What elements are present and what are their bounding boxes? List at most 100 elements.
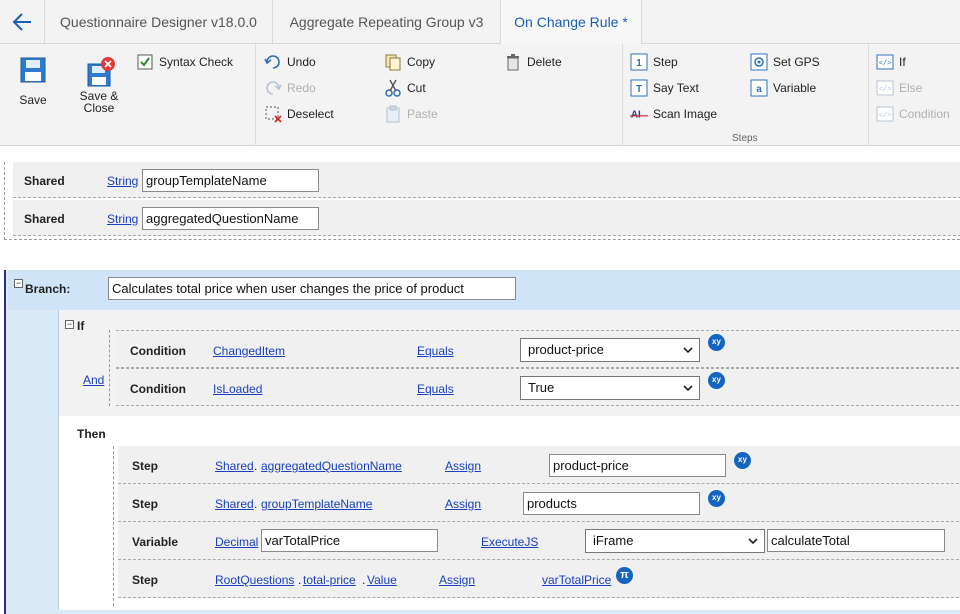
condition-keyword: Condition xyxy=(130,344,186,358)
condition-row[interactable]: Condition IsLoaded Equals True xy xyxy=(116,368,960,406)
say-text-icon: T xyxy=(630,79,648,97)
and-link[interactable]: And xyxy=(83,373,104,387)
step-value-input[interactable]: product-price xyxy=(549,454,726,477)
scope-link[interactable]: Shared xyxy=(215,497,254,511)
value-link[interactable]: varTotalPrice xyxy=(542,573,611,587)
condition-value-select[interactable]: product-price xyxy=(520,338,700,362)
redo-button[interactable]: Redo xyxy=(264,78,316,98)
shared-name-input[interactable]: aggregatedQuestionName xyxy=(142,207,319,230)
scope-link[interactable]: RootQuestions xyxy=(215,573,294,587)
say-text-label: Say Text xyxy=(653,81,699,95)
deselect-button[interactable]: Deselect xyxy=(264,104,334,124)
step-row[interactable]: Step Shared . aggregatedQuestionName Ass… xyxy=(118,446,960,484)
save-close-label: Save & Close xyxy=(79,89,119,115)
else-button[interactable]: </> Else xyxy=(876,78,922,98)
shared-variables-block: Shared String groupTemplateName Shared S… xyxy=(4,162,960,240)
shared-variable-row[interactable]: Shared String aggregatedQuestionName xyxy=(13,200,960,236)
operator-link[interactable]: Equals xyxy=(417,382,454,396)
branch-header: − Branch: Calculates total price when us… xyxy=(8,270,960,310)
condition-button[interactable]: </> Condition xyxy=(876,104,950,124)
redo-label: Redo xyxy=(287,81,316,95)
function-name-input[interactable]: calculateTotal xyxy=(767,529,945,552)
delete-button[interactable]: Delete xyxy=(504,52,562,72)
action-link[interactable]: Assign xyxy=(439,573,475,587)
trash-icon xyxy=(504,53,522,71)
back-button[interactable] xyxy=(0,0,44,44)
set-gps-button[interactable]: Set GPS xyxy=(750,52,820,72)
variable-name-input[interactable]: varTotalPrice xyxy=(261,529,438,552)
deselect-icon xyxy=(264,105,282,123)
scan-image-icon: AI xyxy=(630,105,648,123)
step-row[interactable]: Step RootQuestions . total-price . Value… xyxy=(118,560,960,598)
branch-description-input[interactable]: Calculates total price when user changes… xyxy=(108,277,516,300)
xy-expression-icon[interactable]: xy xyxy=(734,452,751,469)
tab-on-change-rule[interactable]: On Change Rule * xyxy=(500,0,642,44)
type-link[interactable]: String xyxy=(107,212,138,226)
scan-image-button[interactable]: AI Scan Image xyxy=(630,104,717,124)
undo-label: Undo xyxy=(287,55,316,69)
variable-row[interactable]: Variable Decimal varTotalPrice ExecuteJS… xyxy=(118,522,960,560)
xy-expression-icon[interactable]: xy xyxy=(708,334,725,351)
shared-variable-row[interactable]: Shared String groupTemplateName xyxy=(13,162,960,198)
tab-label: On Change Rule * xyxy=(514,14,628,30)
syntax-check-icon xyxy=(136,53,154,71)
variable-button[interactable]: a Variable xyxy=(750,78,816,98)
xy-expression-icon[interactable]: xy xyxy=(708,372,725,389)
save-close-button[interactable]: Save & Close xyxy=(74,56,124,114)
chevron-down-icon xyxy=(683,347,693,354)
condition-field-link[interactable]: IsLoaded xyxy=(213,382,262,396)
syntax-check-button[interactable]: Syntax Check xyxy=(136,52,233,72)
condition-row[interactable]: Condition ChangedItem Equals product-pri… xyxy=(116,330,960,368)
collapse-toggle-icon[interactable]: − xyxy=(65,320,74,329)
operator-link[interactable]: Equals xyxy=(417,344,454,358)
step-value-input[interactable]: products xyxy=(523,492,700,515)
rule-editor-canvas: Shared String groupTemplateName Shared S… xyxy=(0,146,960,614)
scan-image-label: Scan Image xyxy=(653,107,718,121)
ribbon-separator xyxy=(255,44,256,146)
select-value: product-price xyxy=(528,342,604,357)
svg-text:a: a xyxy=(756,84,762,95)
cut-label: Cut xyxy=(407,81,426,95)
xy-expression-icon[interactable]: xy xyxy=(708,490,725,507)
frame-select[interactable]: iFrame xyxy=(585,529,765,553)
action-link[interactable]: ExecuteJS xyxy=(481,535,538,549)
pi-variable-icon[interactable]: π xyxy=(616,567,633,584)
tab-label: Questionnaire Designer v18.0.0 xyxy=(60,14,257,30)
copy-button[interactable]: Copy xyxy=(384,52,435,72)
steps-group-label: Steps xyxy=(732,133,758,144)
collapse-toggle-icon[interactable]: − xyxy=(14,279,23,288)
condition-field-link[interactable]: ChangedItem xyxy=(213,344,285,358)
svg-text:1: 1 xyxy=(636,58,642,69)
svg-text:T: T xyxy=(636,84,642,95)
say-text-button[interactable]: T Say Text xyxy=(630,78,699,98)
if-button[interactable]: </> If xyxy=(876,52,906,72)
shared-name-input[interactable]: groupTemplateName xyxy=(142,169,319,192)
target-link[interactable]: aggregatedQuestionName xyxy=(261,459,402,473)
step-button[interactable]: 1 Step xyxy=(630,52,678,72)
type-link[interactable]: Decimal xyxy=(215,535,258,549)
tab-questionnaire-designer[interactable]: Questionnaire Designer v18.0.0 xyxy=(44,0,272,44)
chevron-down-icon xyxy=(683,385,693,392)
step-row[interactable]: Step Shared . groupTemplateName Assign p… xyxy=(118,484,960,522)
target-link[interactable]: groupTemplateName xyxy=(261,497,372,511)
scope-link[interactable]: Shared xyxy=(215,459,254,473)
paste-button[interactable]: Paste xyxy=(384,104,438,124)
property-link[interactable]: Value xyxy=(367,573,397,587)
step-keyword: Step xyxy=(132,459,159,473)
action-link[interactable]: Assign xyxy=(445,459,481,473)
save-label: Save xyxy=(19,93,47,107)
cut-button[interactable]: Cut xyxy=(384,78,426,98)
undo-button[interactable]: Undo xyxy=(264,52,316,72)
condition-value-select[interactable]: True xyxy=(520,376,700,400)
toolbar-ribbon: Save Save & Close Syntax Check Undo Redo… xyxy=(0,44,960,146)
chevron-down-icon xyxy=(748,538,758,545)
select-value: True xyxy=(528,380,555,395)
branch-body: − If And Condition ChangedItem Equals pr… xyxy=(58,310,960,610)
dot-separator: . xyxy=(298,573,302,587)
action-link[interactable]: Assign xyxy=(445,497,481,511)
target-link[interactable]: total-price xyxy=(303,573,356,587)
condition-keyword: Condition xyxy=(130,382,186,396)
save-button[interactable]: Save xyxy=(9,56,57,106)
type-link[interactable]: String xyxy=(107,174,138,188)
tab-aggregate-repeating-group[interactable]: Aggregate Repeating Group v3 xyxy=(272,0,500,44)
